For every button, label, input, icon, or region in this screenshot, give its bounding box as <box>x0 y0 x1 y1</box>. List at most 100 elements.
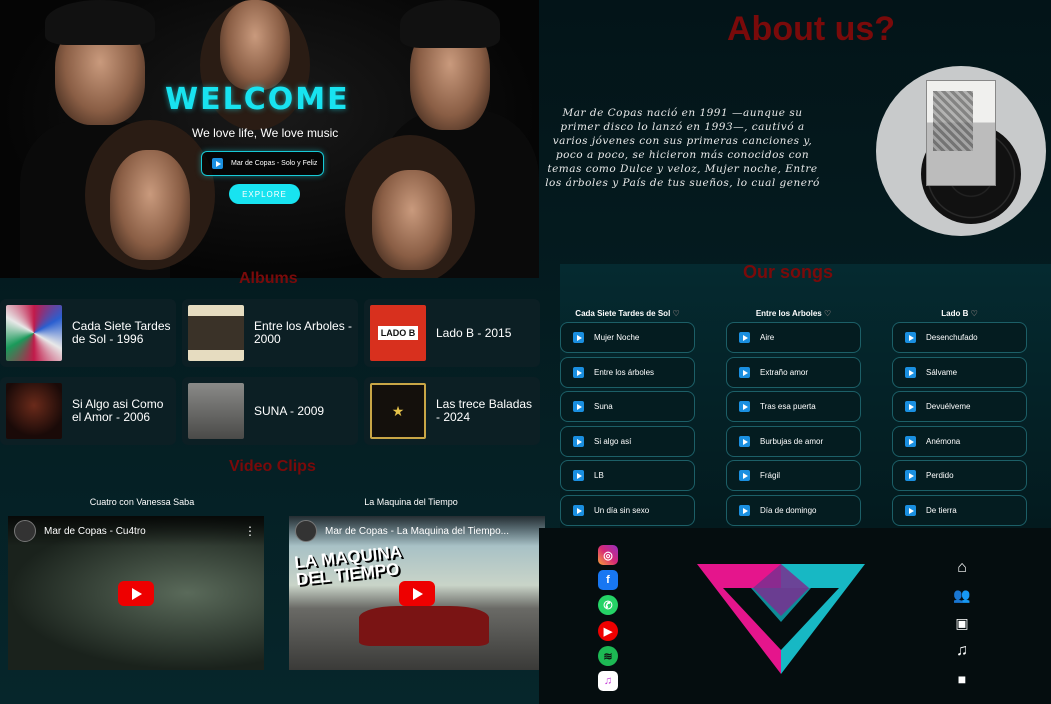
song-button[interactable]: LB <box>560 460 695 491</box>
youtube-play-icon[interactable] <box>399 581 435 606</box>
play-icon[interactable] <box>573 332 584 343</box>
hero-banner: WELCOME We love life, We love music Mar … <box>0 0 539 278</box>
band-member-face <box>372 170 452 270</box>
band-member-cap <box>400 0 500 48</box>
album-card[interactable]: Cada Siete Tardes de Sol - 1996 <box>0 299 176 367</box>
album-cover <box>6 383 62 439</box>
play-icon[interactable] <box>573 436 584 447</box>
play-icon[interactable] <box>573 367 584 378</box>
play-icon[interactable] <box>905 332 916 343</box>
album-title: Lado B - 2015 <box>436 325 512 340</box>
hero-title: WELCOME <box>165 82 350 117</box>
songs-column-header: Cada Siete Tardes de Sol ♡ <box>575 309 680 318</box>
album-cover: ★ <box>370 383 426 439</box>
song-button[interactable]: De tierra <box>892 495 1027 526</box>
play-icon[interactable] <box>212 158 223 169</box>
hero-subtitle: We love life, We love music <box>192 126 339 140</box>
heart-icon: ♡ <box>970 309 978 318</box>
play-icon[interactable] <box>573 470 584 481</box>
video-player-la-maquina[interactable]: Mar de Copas - La Maquina del Tiempo... … <box>289 516 545 670</box>
instagram-icon[interactable]: ◎ <box>598 545 618 565</box>
play-icon[interactable] <box>905 436 916 447</box>
song-button[interactable]: Perdido <box>892 460 1027 491</box>
images-icon[interactable]: ▣ <box>952 614 972 632</box>
song-button[interactable]: Suna <box>560 391 695 422</box>
music-icon[interactable]: ♫ <box>952 642 972 660</box>
explore-button[interactable]: EXPLORE <box>229 184 300 204</box>
song-button[interactable]: Extraño amor <box>726 357 861 388</box>
song-button[interactable]: Frágil <box>726 460 861 491</box>
album-card[interactable]: LADO B Lado B - 2015 <box>364 299 540 367</box>
video-player-cu4tro[interactable]: Mar de Copas - Cu4tro ⋮ <box>8 516 264 670</box>
video-title-bar: Mar de Copas - Cu4tro <box>8 516 264 546</box>
band-member-face <box>110 150 190 260</box>
about-title: About us? <box>727 10 896 48</box>
video-title[interactable]: Mar de Copas - La Maquina del Tiempo... <box>325 526 509 537</box>
itunes-icon[interactable]: ♫ <box>598 671 618 691</box>
song-title: Perdido <box>926 471 954 480</box>
play-icon[interactable] <box>739 505 750 516</box>
play-icon[interactable] <box>573 401 584 412</box>
star-icon: ★ <box>391 402 405 419</box>
song-button[interactable]: Aire <box>726 322 861 353</box>
song-title: Anémona <box>926 437 961 446</box>
album-card[interactable]: Si Algo asi Como el Amor - 2006 <box>0 377 176 445</box>
play-icon[interactable] <box>739 332 750 343</box>
facebook-icon[interactable]: f <box>598 570 618 590</box>
song-button[interactable]: Día de domingo <box>726 495 861 526</box>
play-icon[interactable] <box>905 367 916 378</box>
play-icon[interactable] <box>905 401 916 412</box>
play-icon[interactable] <box>739 367 750 378</box>
song-title: Día de domingo <box>760 506 817 515</box>
song-title: Desenchufado <box>926 333 978 342</box>
album-title: Las trece Baladas - 2024 <box>436 397 533 424</box>
song-title: Extraño amor <box>760 368 809 377</box>
channel-logo-icon[interactable] <box>295 520 317 542</box>
hero-audio-player[interactable]: Mar de Copas - Solo y Feliz <box>201 151 324 176</box>
song-title: Tras esa puerta <box>760 402 816 411</box>
song-button[interactable]: Si algo así <box>560 426 695 457</box>
play-icon[interactable] <box>905 505 916 516</box>
song-title: Aire <box>760 333 775 342</box>
song-title: LB <box>594 471 604 480</box>
youtube-play-icon[interactable] <box>118 581 154 606</box>
song-button[interactable]: Un día sin sexo <box>560 495 695 526</box>
song-button[interactable]: Entre los árboles <box>560 357 695 388</box>
channel-logo-icon[interactable] <box>14 520 36 542</box>
whatsapp-icon[interactable]: ✆ <box>598 595 618 615</box>
video-icon[interactable]: ■ <box>952 670 972 688</box>
users-icon[interactable]: 👥 <box>952 586 972 604</box>
player-track-title: Mar de Copas - Solo y Feliz <box>231 160 318 167</box>
video-title[interactable]: Mar de Copas - Cu4tro <box>44 526 146 537</box>
song-button[interactable]: Burbujas de amor <box>726 426 861 457</box>
home-icon[interactable]: ⌂ <box>952 559 972 577</box>
song-title: Entre los árboles <box>594 368 655 377</box>
album-card[interactable]: ★ Las trece Baladas - 2024 <box>364 377 540 445</box>
play-icon[interactable] <box>573 505 584 516</box>
album-title: Si Algo asi Como el Amor - 2006 <box>72 397 164 424</box>
song-title: Sálvame <box>926 368 958 377</box>
page: WELCOME We love life, We love music Mar … <box>0 0 1051 704</box>
red-car-image <box>359 606 489 646</box>
youtube-icon[interactable]: ▶ <box>598 621 618 641</box>
song-button[interactable]: Desenchufado <box>892 322 1027 353</box>
album-card[interactable]: SUNA - 2009 <box>182 377 358 445</box>
song-button[interactable]: Anémona <box>892 426 1027 457</box>
album-card[interactable]: Entre los Arboles - 2000 <box>182 299 358 367</box>
song-title: Si algo así <box>594 437 632 446</box>
song-button[interactable]: Sálvame <box>892 357 1027 388</box>
album-cover <box>188 305 244 361</box>
play-icon[interactable] <box>905 470 916 481</box>
spotify-icon[interactable]: ≋ <box>598 646 618 666</box>
play-icon[interactable] <box>739 436 750 447</box>
song-title: Un día sin sexo <box>594 506 650 515</box>
more-options-icon[interactable]: ⋮ <box>244 524 256 538</box>
songs-column-header: Entre los Arboles ♡ <box>755 309 832 318</box>
song-button[interactable]: Tras esa puerta <box>726 391 861 422</box>
play-icon[interactable] <box>739 470 750 481</box>
play-icon[interactable] <box>739 401 750 412</box>
song-button[interactable]: Devuélveme <box>892 391 1027 422</box>
album-cover-logo: LADO B <box>377 326 419 340</box>
album-vinyl-image <box>876 66 1046 236</box>
song-button[interactable]: Mujer Noche <box>560 322 695 353</box>
